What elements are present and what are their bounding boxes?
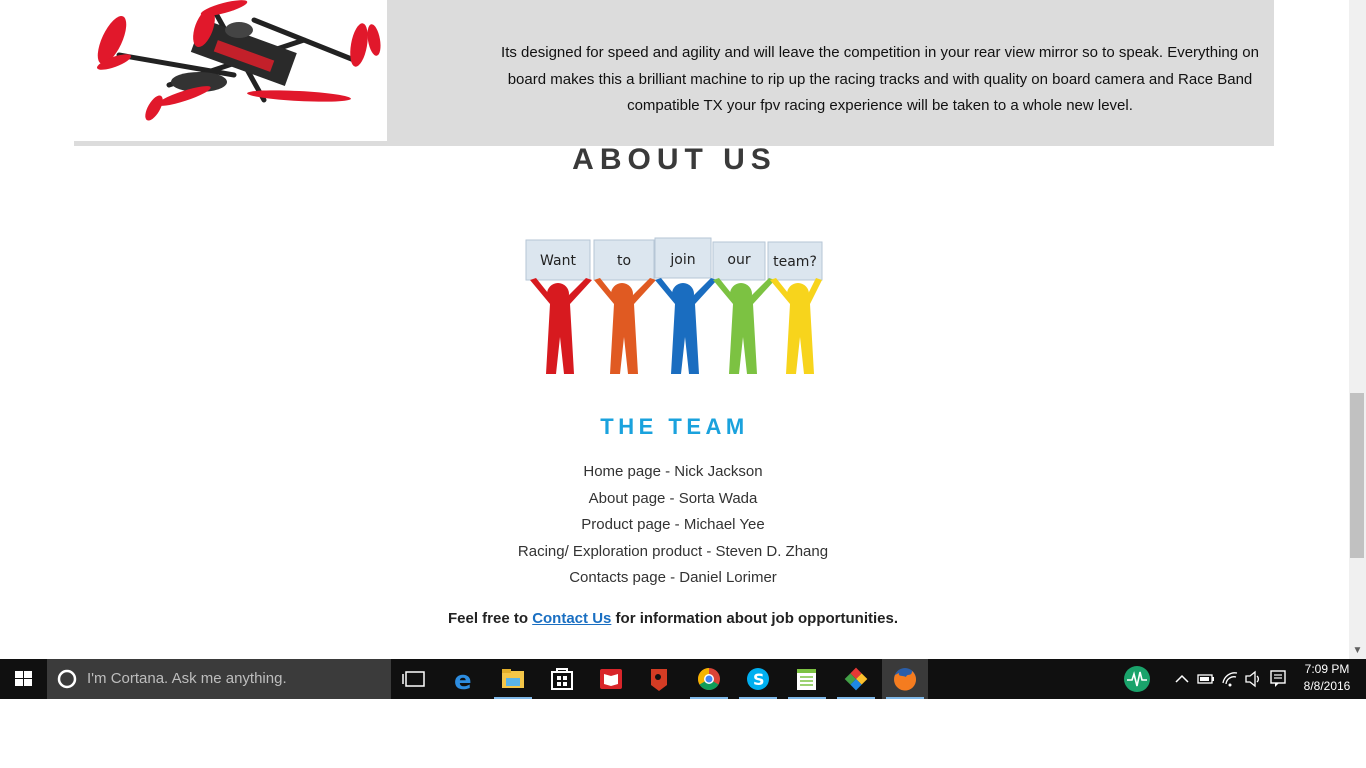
sign-text-1: Want <box>540 253 576 269</box>
sign-text-3: join <box>669 252 695 268</box>
team-member-item: Home page - Nick Jackson <box>583 463 763 480</box>
about-us-heading: ABOUT US <box>572 143 777 176</box>
speaker-icon <box>1245 670 1259 688</box>
task-view-button[interactable] <box>392 659 438 699</box>
reader-taskbar-button[interactable] <box>588 659 634 699</box>
system-clock[interactable]: 7:09 PM 8/8/2016 <box>1296 661 1358 695</box>
team-member-list: Home page - Nick Jackson About page - So… <box>0 459 1346 592</box>
scrollbar-thumb[interactable] <box>1350 393 1364 558</box>
volume-control[interactable] <box>1241 659 1265 699</box>
team-member-item: About page - Sorta Wada <box>588 489 758 507</box>
wifi-icon <box>1222 672 1238 687</box>
page-viewport: Its designed for speed and agility and w… <box>0 0 1349 659</box>
paint-diamond-icon <box>844 667 868 691</box>
team-heading: THE TEAM <box>600 414 749 439</box>
product-description: Its designed for speed and agility and w… <box>501 44 1259 114</box>
team-member-item: Contacts page - Daniel Lorimer <box>569 569 777 586</box>
windows-logo-icon <box>15 671 32 686</box>
contact-suffix: for information about job opportunities. <box>611 610 899 627</box>
paint-app-taskbar-button[interactable] <box>833 659 879 699</box>
clock-date: 8/8/2016 <box>1303 679 1351 693</box>
clock-time: 7:09 PM <box>1304 662 1350 676</box>
cortana-placeholder: I'm Cortana. Ask me anything. <box>87 670 287 687</box>
contact-us-link[interactable]: Contact Us <box>532 610 611 627</box>
network-status[interactable] <box>1218 659 1242 699</box>
chevron-up-icon <box>1175 674 1189 683</box>
windows-taskbar: I'm Cortana. Ask me anything. e S 7:09 P… <box>0 659 1366 699</box>
edge-icon: e <box>454 666 472 696</box>
cortana-icon <box>57 669 77 689</box>
join-team-image: Want to join our team? <box>520 232 830 387</box>
firefox-taskbar-button[interactable] <box>882 659 928 699</box>
task-view-icon <box>402 671 425 687</box>
svg-text:e: e <box>454 666 472 696</box>
sign-text-5: team? <box>773 254 817 270</box>
ink-app-taskbar-button[interactable] <box>637 659 683 699</box>
page-scrollbar[interactable] <box>1349 0 1366 659</box>
notepad-icon <box>797 669 816 690</box>
notification-icon <box>1270 670 1286 687</box>
drone-image <box>74 0 387 141</box>
file-explorer-taskbar-button[interactable] <box>490 659 536 699</box>
blank-area <box>0 699 1366 768</box>
action-center-button[interactable] <box>1266 659 1290 699</box>
team-member-item: Racing/ Exploration product - Steven D. … <box>517 542 829 560</box>
battery-icon <box>1197 674 1214 684</box>
cortana-search-box[interactable]: I'm Cortana. Ask me anything. <box>47 659 391 699</box>
store-taskbar-button[interactable] <box>539 659 585 699</box>
battery-status[interactable] <box>1194 659 1218 699</box>
show-hidden-icons-button[interactable] <box>1170 659 1194 699</box>
folder-icon <box>502 669 524 688</box>
pulse-monitor-icon <box>1124 666 1150 692</box>
svg-text:S: S <box>753 670 765 689</box>
edge-taskbar-button[interactable]: e <box>441 659 487 699</box>
tray-monitor-app[interactable] <box>1122 659 1152 699</box>
firefox-icon <box>894 668 917 691</box>
store-bag-icon <box>551 668 573 690</box>
book-reader-icon <box>600 669 622 689</box>
sign-text-2: to <box>617 253 631 269</box>
sign-text-4: our <box>727 252 750 268</box>
scroll-down-arrow-icon[interactable]: ▼ <box>1349 643 1366 659</box>
team-member-item: Product page - Michael Yee <box>581 516 765 533</box>
chrome-taskbar-button[interactable] <box>686 659 732 699</box>
chrome-icon <box>698 668 720 690</box>
notepad-taskbar-button[interactable] <box>784 659 830 699</box>
skype-icon: S <box>747 668 769 690</box>
contact-callout: Feel free to Contact Us for information … <box>0 610 1346 627</box>
start-button[interactable] <box>0 659 47 699</box>
pen-app-icon <box>651 669 667 691</box>
contact-prefix: Feel free to <box>447 610 533 627</box>
skype-taskbar-button[interactable]: S <box>735 659 781 699</box>
